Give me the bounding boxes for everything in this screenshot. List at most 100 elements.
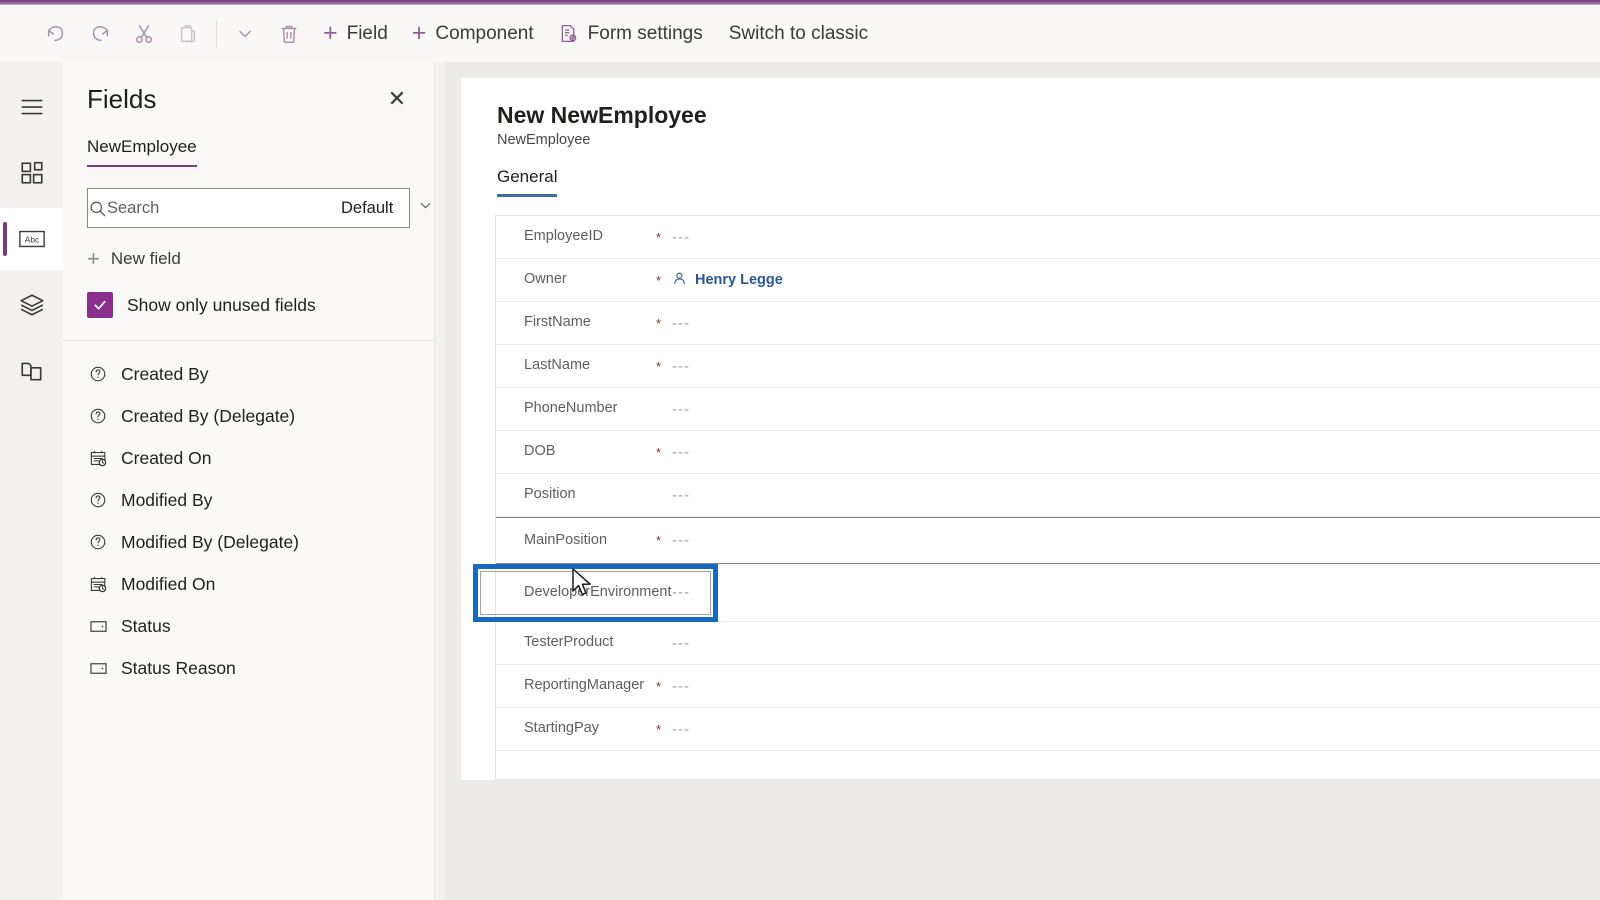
plus-icon: + [323,19,338,47]
required-indicator: * [656,315,662,331]
list-item[interactable]: Created By (Delegate) [87,395,434,437]
required-indicator: * [656,229,662,245]
new-field-button[interactable]: + New field [87,248,181,270]
list-item[interactable]: Status Reason [87,647,434,689]
list-item[interactable]: Created On [87,437,434,479]
form-row-phonenumber[interactable]: PhoneNumber --- [496,388,1600,431]
field-list: Created By Created By (Delegate) Created… [63,341,434,689]
list-item-label: Modified By [121,489,213,510]
owner-name: Henry Legge [695,272,783,288]
form-row-startingpay[interactable]: StartingPay * --- [496,708,1600,751]
left-rail: Abc [0,62,63,900]
form-row-lastname[interactable]: LastName * --- [496,345,1600,388]
undo-icon[interactable] [34,14,78,54]
form-tabstrip: General [497,167,558,197]
field-label: FirstName [524,314,591,331]
field-value: --- [672,357,690,375]
list-item[interactable]: Status [87,605,434,647]
field-value: --- [672,532,690,549]
close-icon[interactable]: ✕ [382,84,412,114]
delete-icon[interactable] [267,14,311,54]
form-canvas: New NewEmployee NewEmployee General Empl… [445,62,1600,900]
field-label: TesterProduct [524,634,614,651]
form-subtitle: NewEmployee [497,132,591,148]
required-indicator: * [656,358,662,374]
fields-icon[interactable]: Abc [0,208,63,270]
form-settings-label: Form settings [587,22,703,44]
pages-icon[interactable] [0,340,63,402]
field-label: LastName [524,357,591,374]
list-item[interactable]: Modified By (Delegate) [87,521,434,563]
field-value: --- [672,228,690,246]
add-field-button[interactable]: + Field [311,14,400,54]
search-icon [88,199,107,218]
field-value: --- [672,677,690,695]
form-row-employeeid[interactable]: EmployeeID * --- [496,216,1600,259]
field-value: Henry Legge [672,271,783,290]
paste-icon[interactable] [166,14,210,54]
field-label: Owner [524,271,567,288]
panel-scrollbar[interactable] [435,62,445,900]
field-label: ReportingManager [524,677,645,694]
switch-to-classic-label: Switch to classic [728,22,869,44]
field-value: --- [672,400,690,418]
form-section: EmployeeID * --- Owner * Henry Legge Fir… [495,215,1600,780]
switch-to-classic-button[interactable]: Switch to classic [715,14,880,54]
svg-text:Abc: Abc [24,235,38,245]
fields-panel-header: Fields ✕ [63,62,434,115]
list-item-label: Created On [121,447,212,468]
form-row-owner[interactable]: Owner * Henry Legge [496,259,1600,302]
field-filter-dropdown[interactable]: Default [327,197,445,219]
field-value: --- [672,634,690,652]
show-only-unused-fields-label: Show only unused fields [127,294,316,315]
form-row-mainposition[interactable]: MainPosition * --- [496,517,1600,564]
list-item-label: Modified On [121,573,216,594]
lookup-icon [87,491,109,509]
chevron-down-icon[interactable] [223,14,267,54]
form-row-testerproduct[interactable]: TesterProduct --- [496,622,1600,665]
field-filter-value: Default [341,198,394,217]
search-input[interactable] [107,198,327,218]
field-value: --- [672,314,690,332]
choice-icon [87,617,109,636]
show-only-unused-fields-checkbox[interactable]: Show only unused fields [87,292,316,318]
add-component-button[interactable]: + Component [400,14,546,54]
list-item-label: Status [121,615,171,636]
list-item[interactable]: Modified On [87,563,434,605]
cut-icon[interactable] [122,14,166,54]
menu-icon[interactable] [0,76,63,138]
components-icon[interactable] [0,142,63,204]
field-label: StartingPay [524,720,599,737]
list-item-label: Created By (Delegate) [121,405,296,426]
field-value: --- [672,584,690,601]
entity-tab-newemployee[interactable]: NewEmployee [87,137,197,167]
required-indicator: * [656,678,662,694]
field-label: PhoneNumber [524,400,618,417]
form-row-reportingmanager[interactable]: ReportingManager * --- [496,665,1600,708]
list-item[interactable]: Modified By [87,479,434,521]
required-indicator: * [656,272,662,288]
form-settings-icon [558,23,579,44]
layers-icon[interactable] [0,274,63,336]
field-value: --- [672,443,690,461]
chevron-down-icon [417,197,434,219]
lookup-icon [87,365,109,383]
list-item-label: Status Reason [121,657,236,678]
required-indicator: * [656,444,662,460]
form-row-dob[interactable]: DOB * --- [496,431,1600,474]
form-row-firstname[interactable]: FirstName * --- [496,302,1600,345]
form-row-position[interactable]: Position --- [496,474,1600,517]
checkmark-icon [87,292,113,318]
add-field-label: Field [346,22,388,44]
lookup-icon [87,533,109,551]
field-value: --- [672,486,690,504]
page-title: Fields [87,84,157,114]
datetime-icon [87,575,109,594]
list-item-label: Created By [121,363,209,384]
list-item[interactable]: Created By [87,353,434,395]
redo-icon[interactable] [78,14,122,54]
add-component-label: Component [435,22,534,44]
tab-general[interactable]: General [497,167,558,197]
form-row-developerenvironment[interactable]: DeveloperEnvironment --- [496,564,1600,622]
form-settings-button[interactable]: Form settings [546,14,715,54]
